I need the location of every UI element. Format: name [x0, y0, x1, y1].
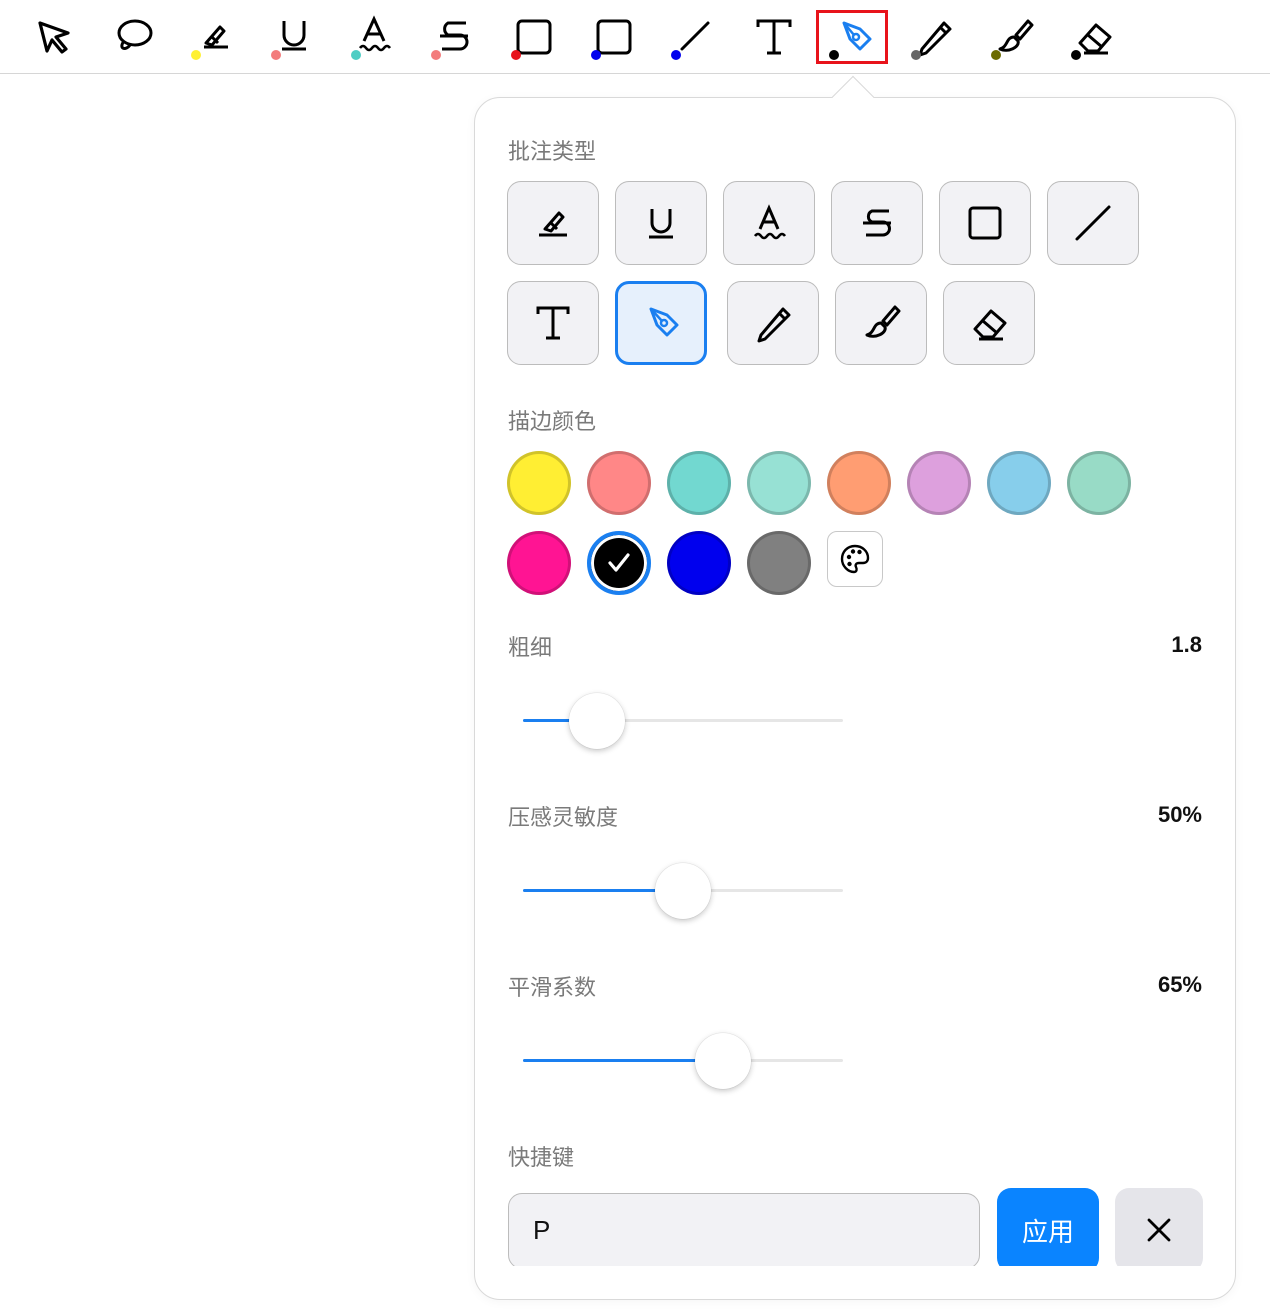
- type-line-button[interactable]: [1047, 181, 1139, 265]
- color-swatch[interactable]: [987, 451, 1051, 515]
- lasso-tool-button[interactable]: [98, 10, 170, 64]
- annotation-toolbar: [0, 0, 1270, 74]
- color-swatch[interactable]: [747, 451, 811, 515]
- color-swatch[interactable]: [1067, 451, 1131, 515]
- line-tool-button[interactable]: [658, 10, 730, 64]
- color-swatch[interactable]: [507, 531, 571, 595]
- shortcut-input[interactable]: P: [508, 1193, 980, 1269]
- select-tool-button[interactable]: [18, 10, 90, 64]
- brush-icon: [991, 19, 1034, 60]
- pressure-sensitivity-label: 压感灵敏度: [508, 806, 619, 831]
- type-eraser-button[interactable]: [943, 281, 1035, 365]
- strikethrough-icon: [863, 209, 891, 237]
- type-text-button[interactable]: [507, 281, 599, 365]
- color-swatch[interactable]: [907, 451, 971, 515]
- pencil-icon: [911, 21, 952, 60]
- slider-thumb[interactable]: [569, 693, 625, 749]
- slider-thumb[interactable]: [695, 1033, 751, 1089]
- underline-icon: [271, 21, 306, 60]
- color-swatch[interactable]: [587, 451, 651, 515]
- brush-icon: [865, 305, 901, 338]
- highlighter-icon: [539, 211, 567, 237]
- squiggly-text-icon: [753, 204, 787, 240]
- rectangle-icon: [511, 19, 552, 60]
- palette-icon: [840, 544, 870, 574]
- line-icon: [1075, 205, 1111, 241]
- close-icon: [1147, 1218, 1171, 1242]
- pressure-sensitivity-value: 50%: [1157, 802, 1202, 827]
- pen-nib-icon: [829, 21, 872, 60]
- color-swatch[interactable]: [827, 451, 891, 515]
- checkmark-icon: [608, 553, 630, 572]
- pen-nib-icon: [649, 307, 679, 337]
- type-underline-button[interactable]: [615, 181, 707, 265]
- strikethrough-icon: [431, 21, 469, 60]
- type-squiggly-button[interactable]: [723, 181, 815, 265]
- smoothing-value: 65%: [1157, 972, 1202, 997]
- brush-tool-button[interactable]: [978, 10, 1050, 64]
- thickness-slider[interactable]: [523, 691, 843, 751]
- type-strikeout-button[interactable]: [831, 181, 923, 265]
- highlighter-icon: [191, 25, 228, 60]
- text-icon: [756, 19, 792, 55]
- type-pencil-button[interactable]: [727, 281, 819, 365]
- rectangle-icon: [968, 206, 1002, 240]
- rectangle-blue-tool-button[interactable]: [578, 10, 650, 64]
- slider-fill: [523, 1059, 723, 1062]
- color-swatch[interactable]: [667, 451, 731, 515]
- squiggly-text-icon: [351, 15, 392, 60]
- apply-button[interactable]: 应用: [997, 1188, 1099, 1272]
- eraser-tool-button[interactable]: [1058, 10, 1130, 64]
- cursor-arrow-icon: [38, 21, 70, 54]
- pressure-sensitivity-slider[interactable]: [523, 861, 843, 921]
- type-brush-button[interactable]: [835, 281, 927, 365]
- color-swatch[interactable]: [667, 531, 731, 595]
- type-highlight-button[interactable]: [507, 181, 599, 265]
- smoothing-label: 平滑系数: [508, 976, 597, 1001]
- stroke-color-label: 描边颜色: [508, 410, 597, 435]
- highlight-tool-button[interactable]: [178, 10, 250, 64]
- eraser-icon: [973, 309, 1007, 341]
- type-rectangle-button[interactable]: [939, 181, 1031, 265]
- color-swatch[interactable]: [507, 451, 571, 515]
- text-icon: [536, 306, 570, 340]
- underline-icon: [649, 209, 673, 239]
- thickness-label: 粗细: [508, 636, 553, 661]
- color-swatch[interactable]: [747, 531, 811, 595]
- pencil-icon: [757, 307, 791, 343]
- pen-tool-button[interactable]: [816, 10, 888, 64]
- text-tool-button[interactable]: [738, 10, 810, 64]
- clear-shortcut-button[interactable]: [1115, 1188, 1203, 1272]
- custom-color-button[interactable]: [827, 531, 883, 587]
- annotation-type-label: 批注类型: [508, 140, 597, 165]
- shortcut-label: 快捷键: [508, 1146, 575, 1171]
- slider-thumb[interactable]: [655, 863, 711, 919]
- rectangle-tool-button[interactable]: [498, 10, 570, 64]
- pencil-tool-button[interactable]: [898, 10, 970, 64]
- color-swatch[interactable]: [587, 531, 651, 595]
- thickness-value: 1.8: [1171, 632, 1202, 657]
- squiggly-tool-button[interactable]: [338, 10, 410, 64]
- smoothing-slider[interactable]: [523, 1031, 843, 1091]
- rectangle-icon: [591, 19, 632, 60]
- strikeout-tool-button[interactable]: [418, 10, 490, 64]
- type-pen-button[interactable]: [615, 281, 707, 365]
- eraser-icon: [1071, 23, 1112, 60]
- lasso-icon: [117, 19, 153, 50]
- line-icon: [671, 21, 710, 60]
- underline-tool-button[interactable]: [258, 10, 330, 64]
